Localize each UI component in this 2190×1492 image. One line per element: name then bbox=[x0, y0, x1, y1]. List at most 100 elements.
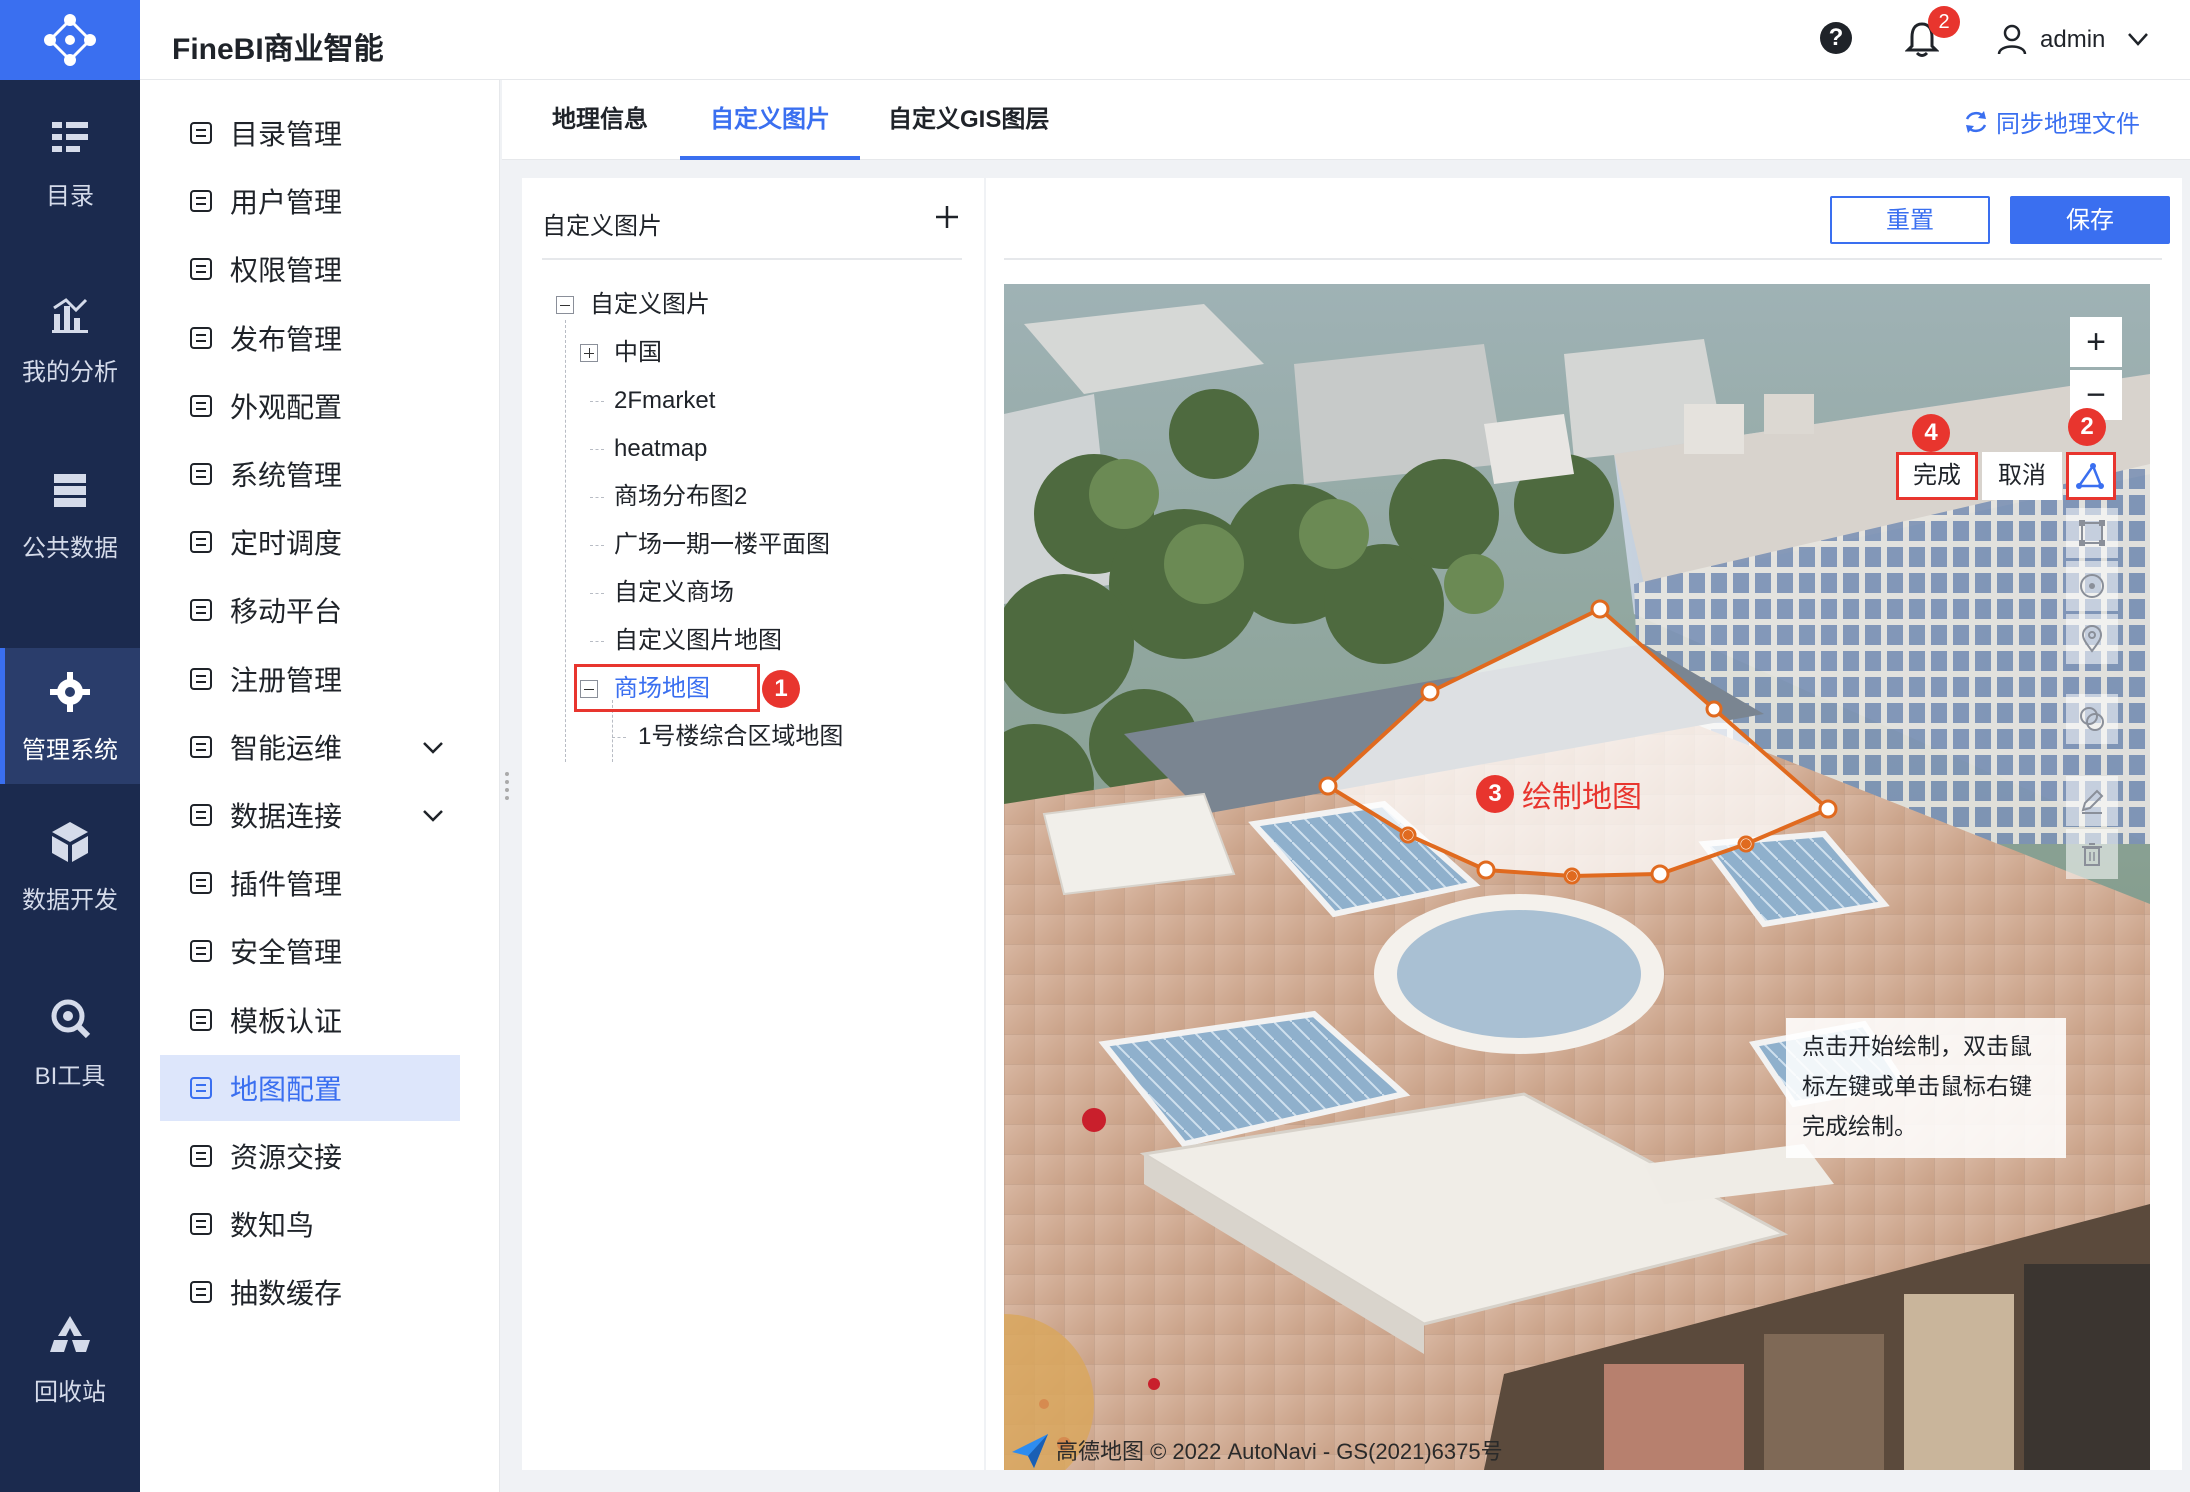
tab-geo-info[interactable]: 地理信息 bbox=[552, 80, 648, 160]
rectangle-draw-icon bbox=[2079, 520, 2105, 546]
rail-label: BI工具 bbox=[34, 1062, 106, 1090]
rail-item-data-dev[interactable]: 数据开发 bbox=[0, 798, 140, 934]
sidebar-item-label: 移动平台 bbox=[230, 596, 343, 628]
rail-label: 我的分析 bbox=[22, 358, 118, 386]
rail-item-recycle[interactable]: 回收站 bbox=[0, 1290, 140, 1426]
tree-branch bbox=[590, 497, 604, 498]
finish-drawing-button[interactable]: 完成 bbox=[1896, 452, 1978, 500]
panel-resize-handle[interactable] bbox=[500, 772, 514, 800]
shield-icon bbox=[186, 936, 216, 966]
sidebar-item-6[interactable]: 定时调度 bbox=[160, 509, 460, 575]
tree-node-selected[interactable]: 商场地图 bbox=[614, 672, 710, 706]
sidebar-item-label: 发布管理 bbox=[230, 323, 343, 355]
cancel-drawing-button[interactable]: 取消 bbox=[1982, 452, 2062, 500]
sidebar-item-17[interactable]: 抽数缓存 bbox=[160, 1259, 460, 1325]
sidebar-item-9[interactable]: 智能运维 bbox=[160, 714, 460, 780]
sidebar-item-1[interactable]: 用户管理 bbox=[160, 168, 460, 234]
rail-item-public-data[interactable]: 公共数据 bbox=[0, 446, 140, 582]
map-pin-icon bbox=[2081, 625, 2103, 653]
user-icon[interactable] bbox=[1995, 22, 2029, 56]
app-logo[interactable] bbox=[0, 0, 140, 80]
top-header: FineBI商业智能 ? 2 admin bbox=[140, 0, 2190, 80]
draw-circle-tool[interactable] bbox=[2066, 561, 2118, 611]
sidebar-item-2[interactable]: 权限管理 bbox=[160, 236, 460, 302]
step-badge-1: 1 bbox=[762, 670, 800, 708]
sidebar-item-label: 外观配置 bbox=[230, 391, 343, 423]
rail-item-bi-tools[interactable]: BI工具 bbox=[0, 974, 140, 1110]
edit-tool[interactable] bbox=[2066, 776, 2118, 826]
step-badge-2: 2 bbox=[2068, 408, 2106, 446]
sidebar-item-label: 系统管理 bbox=[230, 460, 343, 491]
shield-key-icon bbox=[186, 254, 216, 284]
rail-label: 公共数据 bbox=[22, 534, 118, 562]
tree-branch bbox=[612, 737, 626, 738]
sidebar-item-4[interactable]: 外观配置 bbox=[160, 373, 460, 439]
expand-icon[interactable] bbox=[580, 344, 598, 362]
tree-node[interactable]: 2Fmarket bbox=[614, 384, 715, 418]
tree-node-root[interactable]: 自定义图片 bbox=[590, 288, 710, 322]
sidebar-item-11[interactable]: 插件管理 bbox=[160, 850, 460, 916]
sidebar-item-label: 抽数缓存 bbox=[230, 1278, 343, 1310]
save-button[interactable]: 保存 bbox=[2010, 196, 2170, 244]
tree-node[interactable]: 中国 bbox=[614, 336, 662, 370]
nav-rail: 目录 我的分析 公共数据 管理系统 数据开发 BI工具 回收站 bbox=[0, 0, 140, 1492]
sidebar-item-label: 安全管理 bbox=[230, 937, 343, 969]
collapse-icon[interactable] bbox=[580, 680, 598, 698]
draw-polygon-tool[interactable] bbox=[2066, 452, 2116, 500]
tree-guide-line bbox=[565, 320, 566, 762]
reset-button[interactable]: 重置 bbox=[1830, 196, 1990, 244]
sidebar-item-8[interactable]: 注册管理 bbox=[160, 646, 460, 712]
draw-marker-tool[interactable] bbox=[2066, 614, 2118, 664]
tab-custom-gis-layer[interactable]: 自定义GIS图层 bbox=[888, 80, 1049, 160]
draw-rectangle-tool[interactable] bbox=[2066, 508, 2118, 558]
sidebar-item-7[interactable]: 移动平台 bbox=[160, 577, 460, 643]
cube-icon bbox=[46, 818, 94, 866]
collapse-icon[interactable] bbox=[556, 296, 574, 314]
tab-custom-image[interactable]: 自定义图片 bbox=[680, 80, 860, 160]
tree-node[interactable]: 商场分布图2 bbox=[614, 480, 747, 514]
user-name[interactable]: admin bbox=[2040, 26, 2105, 54]
add-icon[interactable] bbox=[932, 202, 962, 232]
sidebar-item-13[interactable]: 模板认证 bbox=[160, 987, 460, 1053]
tree-node[interactable]: 自定义商场 bbox=[614, 576, 734, 610]
sidebar-item-10[interactable]: 数据连接 bbox=[160, 782, 460, 848]
certificate-icon bbox=[186, 1005, 216, 1035]
pencil-icon bbox=[2081, 789, 2104, 814]
chevron-down-icon[interactable] bbox=[420, 802, 446, 828]
chevron-down-icon[interactable] bbox=[420, 734, 446, 760]
help-icon[interactable]: ? bbox=[1820, 22, 1852, 54]
overlap-tool[interactable] bbox=[2066, 694, 2118, 744]
sidebar-item-16[interactable]: 数知鸟 bbox=[160, 1191, 460, 1257]
rail-item-my-analysis[interactable]: 我的分析 bbox=[0, 270, 140, 406]
sidebar-item-14[interactable]: 地图配置 bbox=[160, 1054, 460, 1121]
sidebar-item-label: 数知鸟 bbox=[230, 1210, 315, 1242]
draw-map-text: 绘制地图 bbox=[1522, 781, 1642, 814]
rail-label: 目录 bbox=[46, 182, 94, 210]
sidebar-item-label: 地图配置 bbox=[230, 1073, 343, 1105]
circle-draw-icon bbox=[2080, 574, 2104, 598]
sidebar-item-12[interactable]: 安全管理 bbox=[160, 918, 460, 984]
sync-label: 同步地理文件 bbox=[1996, 111, 2140, 138]
sidebar-item-3[interactable]: 发布管理 bbox=[160, 305, 460, 371]
transfer-icon bbox=[186, 1141, 216, 1171]
sidebar-item-0[interactable]: 目录管理 bbox=[160, 100, 460, 166]
tree-branch bbox=[590, 449, 604, 450]
sidebar-item-15[interactable]: 资源交接 bbox=[160, 1123, 460, 1189]
register-icon bbox=[186, 664, 216, 694]
tree-node[interactable]: 广场一期一楼平面图 bbox=[614, 528, 830, 562]
logo-icon bbox=[44, 14, 96, 66]
timer-icon bbox=[186, 527, 216, 557]
tree-node-child[interactable]: 1号楼综合区域地图 bbox=[638, 720, 843, 754]
overlap-icon bbox=[2080, 707, 2104, 731]
sidebar-item-5[interactable]: 系统管理 bbox=[160, 441, 460, 507]
rail-item-catalog[interactable]: 目录 bbox=[0, 94, 140, 230]
zoom-in-button[interactable]: + bbox=[2070, 317, 2122, 367]
sync-geo-file-button[interactable]: 同步地理文件 bbox=[1962, 104, 2140, 139]
tree-node[interactable]: 自定义图片地图 bbox=[614, 624, 782, 658]
chevron-down-icon[interactable] bbox=[2125, 26, 2151, 52]
drawn-polygon[interactable] bbox=[1004, 284, 2150, 1470]
rail-item-management[interactable]: 管理系统 bbox=[0, 648, 140, 784]
tree-node[interactable]: heatmap bbox=[614, 432, 707, 466]
custom-image-map[interactable] bbox=[1004, 284, 2150, 1470]
delete-tool[interactable] bbox=[2066, 829, 2118, 879]
